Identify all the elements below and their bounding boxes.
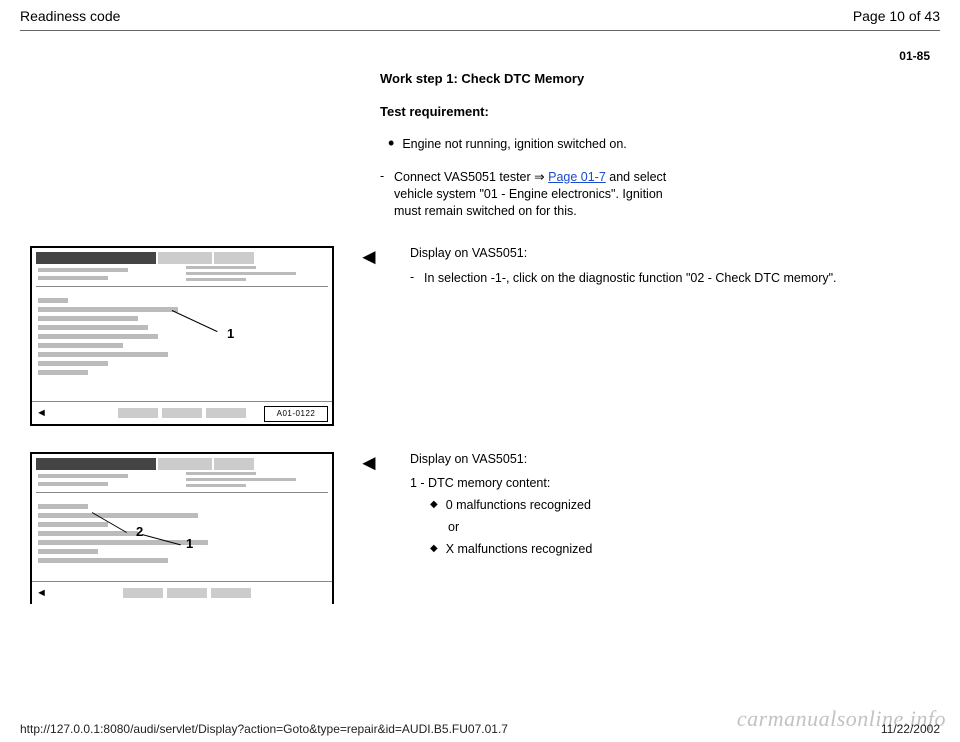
bullet-icon: • xyxy=(388,137,394,149)
malfunction-item-x: ◆ X malfunctions recognized xyxy=(430,542,930,556)
vas5051-diagram-1: 1 ◄ ► A01-0122 xyxy=(30,246,334,426)
connect-instruction: - Connect VAS5051 tester ⇒ Page 01-7 and… xyxy=(380,169,930,220)
diagram1-callout-1: 1 xyxy=(227,326,234,341)
work-step-heading: Work step 1: Check DTC Memory xyxy=(380,71,930,86)
display-label-2: Display on VAS5051: xyxy=(410,452,930,466)
scroll-left-icon: ◄ xyxy=(36,587,47,599)
scroll-left-icon: ◄ xyxy=(36,407,47,419)
pointer-arrow-icon: ◄ xyxy=(358,246,386,268)
malfunction-text-x: X malfunctions recognized xyxy=(446,542,593,556)
page-indicator: Page 10 of 43 xyxy=(853,8,940,24)
footer-date: 11/22/2002 xyxy=(881,722,940,736)
pointer-arrow-icon: ◄ xyxy=(358,452,386,474)
display-label-1: Display on VAS5051: xyxy=(410,246,930,260)
malfunction-text-0: 0 malfunctions recognized xyxy=(446,498,591,512)
page-link[interactable]: Page 01-7 xyxy=(548,170,606,184)
diagram2-callout-1: 1 xyxy=(186,536,193,551)
malfunction-item-0: ◆ 0 malfunctions recognized xyxy=(430,498,930,512)
section1-instruction: - In selection -1-, click on the diagnos… xyxy=(410,270,930,287)
dash-icon: - xyxy=(410,270,424,284)
diagram2-callout-2: 2 xyxy=(136,524,143,539)
dtc-memory-heading: 1 - DTC memory content: xyxy=(410,476,930,490)
vas5051-diagram-2: 2 1 ◄ xyxy=(30,452,334,604)
connect-prefix: Connect VAS5051 tester xyxy=(394,170,534,184)
header-title: Readiness code xyxy=(20,8,120,24)
arrow-glyph-icon: ⇒ xyxy=(534,170,544,184)
footer-url: http://127.0.0.1:8080/audi/servlet/Displ… xyxy=(20,722,508,736)
connect-text: Connect VAS5051 tester ⇒ Page 01-7 and s… xyxy=(394,169,674,220)
test-requirement-label: Test requirement: xyxy=(380,104,930,119)
section-page-ref: 01-85 xyxy=(0,31,960,63)
diamond-icon: ◆ xyxy=(430,543,438,554)
dash-icon: - xyxy=(380,169,394,183)
or-label: or xyxy=(448,520,930,534)
diagram-code-label: A01-0122 xyxy=(264,406,328,422)
requirement-bullet: • Engine not running, ignition switched … xyxy=(388,137,930,151)
requirement-text: Engine not running, ignition switched on… xyxy=(402,137,626,151)
section1-text: In selection -1-, click on the diagnosti… xyxy=(424,270,837,287)
diamond-icon: ◆ xyxy=(430,499,438,510)
